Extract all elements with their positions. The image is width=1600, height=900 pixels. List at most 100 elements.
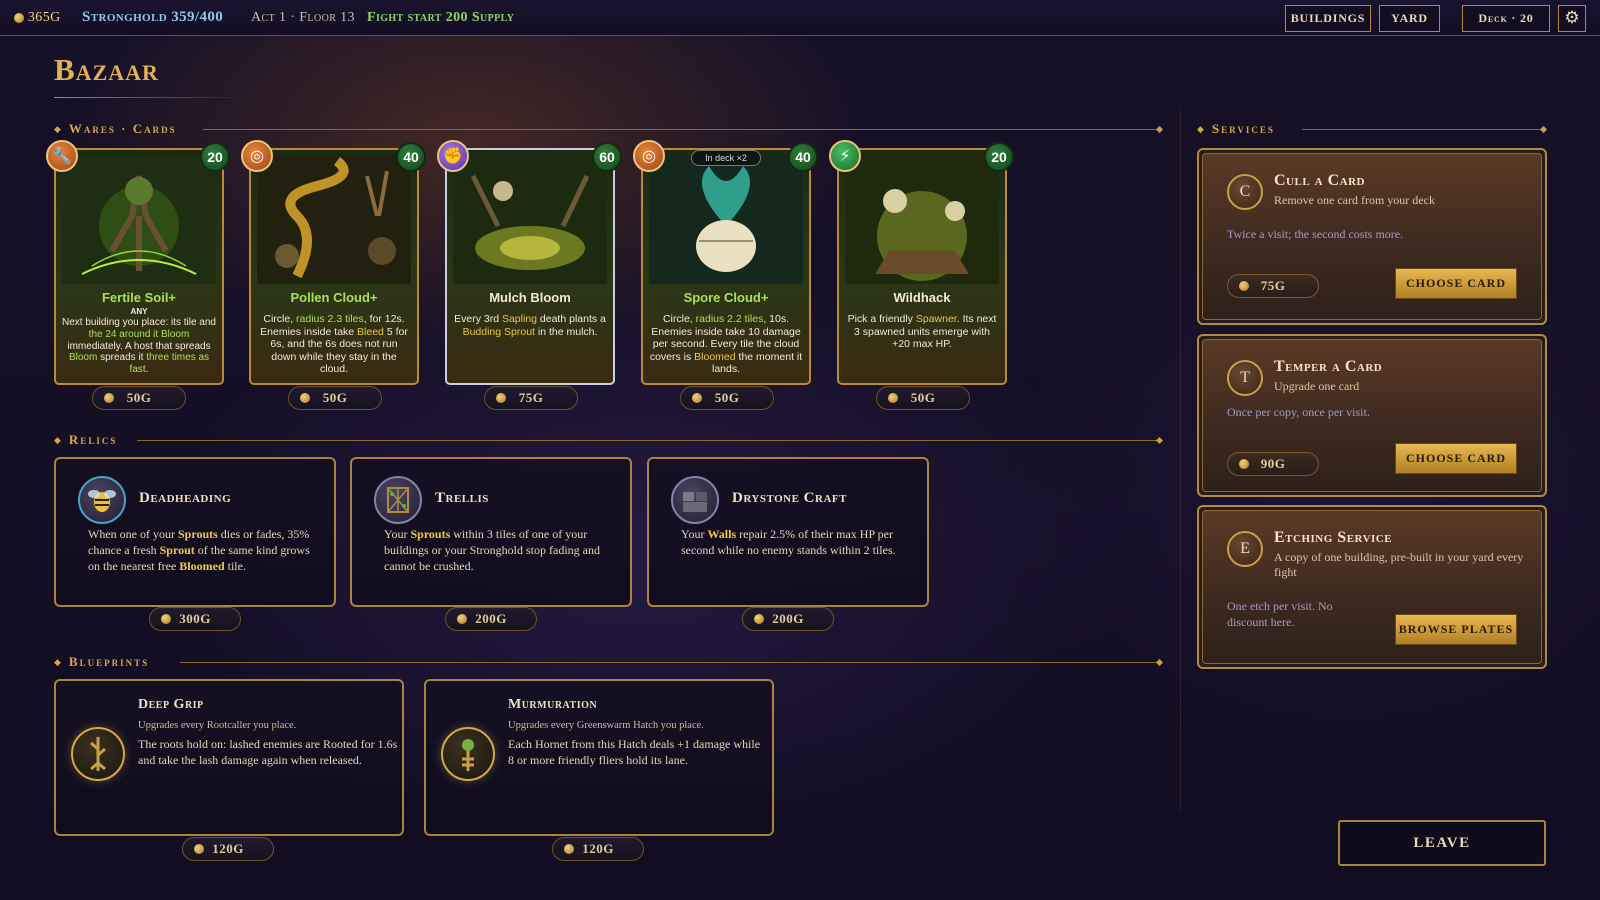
fight-start-supply: Fight start 200 Supply: [367, 10, 515, 25]
title-divider: [54, 97, 250, 98]
choose-card-button[interactable]: CHOOSE CARD: [1395, 268, 1517, 299]
diamond-icon: [1539, 125, 1548, 134]
blueprints-divider: [180, 662, 1158, 663]
service-letter-icon: T: [1227, 360, 1263, 396]
stronghold-hp: Stronghold 359/400: [82, 9, 224, 25]
coin-icon: [564, 844, 574, 854]
service-price-tag: 75G: [1227, 274, 1319, 298]
service-subtitle: Remove one card from your deck: [1274, 193, 1435, 207]
target-icon: ◎: [241, 140, 273, 172]
wares-divider: [203, 129, 1158, 130]
card-mulch-bloom[interactable]: Mulch Bloom Every 3rd Sapling death plan…: [445, 148, 615, 385]
stone-wall-icon: [671, 476, 719, 524]
coin-icon: [692, 393, 702, 403]
blueprint-price-tag[interactable]: 120G: [552, 837, 644, 861]
hornet-totem-icon: [441, 727, 495, 781]
card-description: Every 3rd Sapling death plants a Budding…: [454, 313, 606, 338]
coin-icon: [496, 393, 506, 403]
card-pollen-cloud[interactable]: Pollen Cloud+ Circle, radius 2.3 tiles, …: [249, 148, 419, 385]
service-name: Etching Service: [1274, 529, 1393, 546]
card-price-tag[interactable]: 50G: [92, 386, 186, 410]
section-relics-heading: ◆ Relics: [54, 432, 118, 447]
coin-icon: [457, 614, 467, 624]
card-name: Wildhack: [893, 290, 951, 305]
leave-button[interactable]: LEAVE: [1338, 820, 1546, 866]
gold-counter: 365G: [14, 10, 61, 26]
relic-deadheading[interactable]: Deadheading When one of your Sprouts die…: [54, 457, 336, 607]
card-description: Pick a friendly Spawner. Its next 3 spaw…: [847, 313, 997, 350]
wrench-icon: 🔧: [46, 140, 78, 172]
service-cull-card: C Cull a Card Remove one card from your …: [1197, 148, 1547, 325]
browse-plates-button[interactable]: BROWSE PLATES: [1395, 614, 1517, 645]
blueprint-deep-grip[interactable]: Deep Grip Upgrades every Rootcaller you …: [54, 679, 404, 836]
diamond-icon: [1155, 125, 1164, 134]
services-column-divider: [1180, 110, 1181, 810]
coin-icon: [1239, 459, 1249, 469]
top-bar: 365G Stronghold 359/400 Act 1 · Floor 13…: [0, 0, 1600, 36]
deck-button[interactable]: Deck · 20: [1462, 5, 1550, 32]
coin-icon: [14, 12, 24, 23]
coin-icon: [300, 393, 310, 403]
card-cost-badge: 20: [984, 142, 1014, 172]
blueprint-description: The roots hold on: lashed enemies are Ro…: [138, 737, 398, 767]
card-wildhack[interactable]: Wildhack Pick a friendly Spawner. Its ne…: [837, 148, 1007, 385]
service-subtitle: A copy of one building, pre-built in you…: [1274, 550, 1524, 579]
blueprint-upgrade-target: Upgrades every Greenswarm Hatch you plac…: [508, 720, 704, 731]
section-blueprints-heading: ◆ Blueprints: [54, 654, 150, 669]
blueprint-name: Deep Grip: [138, 697, 204, 712]
card-name: Pollen Cloud+: [290, 290, 378, 305]
buildings-button[interactable]: BUILDINGS: [1285, 5, 1371, 32]
choose-card-button[interactable]: CHOOSE CARD: [1395, 443, 1517, 474]
root-totem-icon: [71, 727, 125, 781]
card-price-tag[interactable]: 50G: [288, 386, 382, 410]
relic-price-tag[interactable]: 200G: [742, 607, 834, 631]
diamond-icon: [1155, 658, 1164, 667]
lightning-icon: ⚡: [829, 140, 861, 172]
coin-icon: [1239, 281, 1249, 291]
relic-description: Your Walls repair 2.5% of their max HP p…: [681, 527, 896, 557]
diamond-icon: ◆: [54, 657, 63, 667]
service-letter-icon: C: [1227, 174, 1263, 210]
card-price-tag[interactable]: 75G: [484, 386, 578, 410]
fist-icon: ✊: [437, 140, 469, 172]
service-note: One etch per visit. No discount here.: [1227, 599, 1333, 629]
service-name: Cull a Card: [1274, 172, 1366, 189]
relic-price-tag[interactable]: 300G: [149, 607, 241, 631]
service-subtitle: Upgrade one card: [1274, 379, 1360, 393]
diamond-icon: [1155, 436, 1164, 445]
relics-divider: [137, 440, 1158, 441]
card-price-tag[interactable]: 50G: [680, 386, 774, 410]
card-description: Circle, radius 2.2 tiles, 10s. Enemies i…: [649, 313, 803, 375]
relic-price-tag[interactable]: 200G: [445, 607, 537, 631]
card-spore-cloud[interactable]: Spore Cloud+ Circle, radius 2.2 tiles, 1…: [641, 148, 811, 385]
card-cost-badge: 20: [200, 142, 230, 172]
coin-icon: [104, 393, 114, 403]
relic-name: Deadheading: [139, 490, 232, 506]
card-art: [845, 156, 999, 284]
coin-icon: [754, 614, 764, 624]
card-art: [62, 156, 216, 284]
in-deck-badge: In deck ×2: [691, 150, 761, 166]
yard-button[interactable]: YARD: [1379, 5, 1440, 32]
blueprint-upgrade-target: Upgrades every Rootcaller you place.: [138, 720, 297, 731]
relic-drystone-craft[interactable]: Drystone Craft Your Walls repair 2.5% of…: [647, 457, 929, 607]
service-note: Twice a visit; the second costs more.: [1227, 227, 1404, 241]
card-subtitle: ANY: [130, 307, 148, 316]
card-price-tag[interactable]: 50G: [876, 386, 970, 410]
card-description: Circle, radius 2.3 tiles, for 12s. Enemi…: [260, 313, 408, 375]
blueprint-price-tag[interactable]: 120G: [182, 837, 274, 861]
section-wares-heading: ◆ Wares · Cards: [54, 121, 177, 136]
coin-icon: [888, 393, 898, 403]
card-name: Mulch Bloom: [489, 290, 571, 305]
relic-trellis[interactable]: Trellis Your Sprouts within 3 tiles of o…: [350, 457, 632, 607]
service-etching: E Etching Service A copy of one building…: [1197, 505, 1547, 669]
diamond-icon: ◆: [54, 435, 63, 445]
services-divider: [1302, 129, 1542, 130]
gear-icon[interactable]: ⚙: [1558, 5, 1586, 32]
card-fertile-soil[interactable]: Fertile Soil+ ANY Next building you plac…: [54, 148, 224, 385]
blueprint-murmuration[interactable]: Murmuration Upgrades every Greenswarm Ha…: [424, 679, 774, 836]
blueprint-description: Each Hornet from this Hatch deals +1 dam…: [508, 737, 761, 767]
trellis-icon: [374, 476, 422, 524]
coin-icon: [194, 844, 204, 854]
card-art: [649, 156, 803, 284]
